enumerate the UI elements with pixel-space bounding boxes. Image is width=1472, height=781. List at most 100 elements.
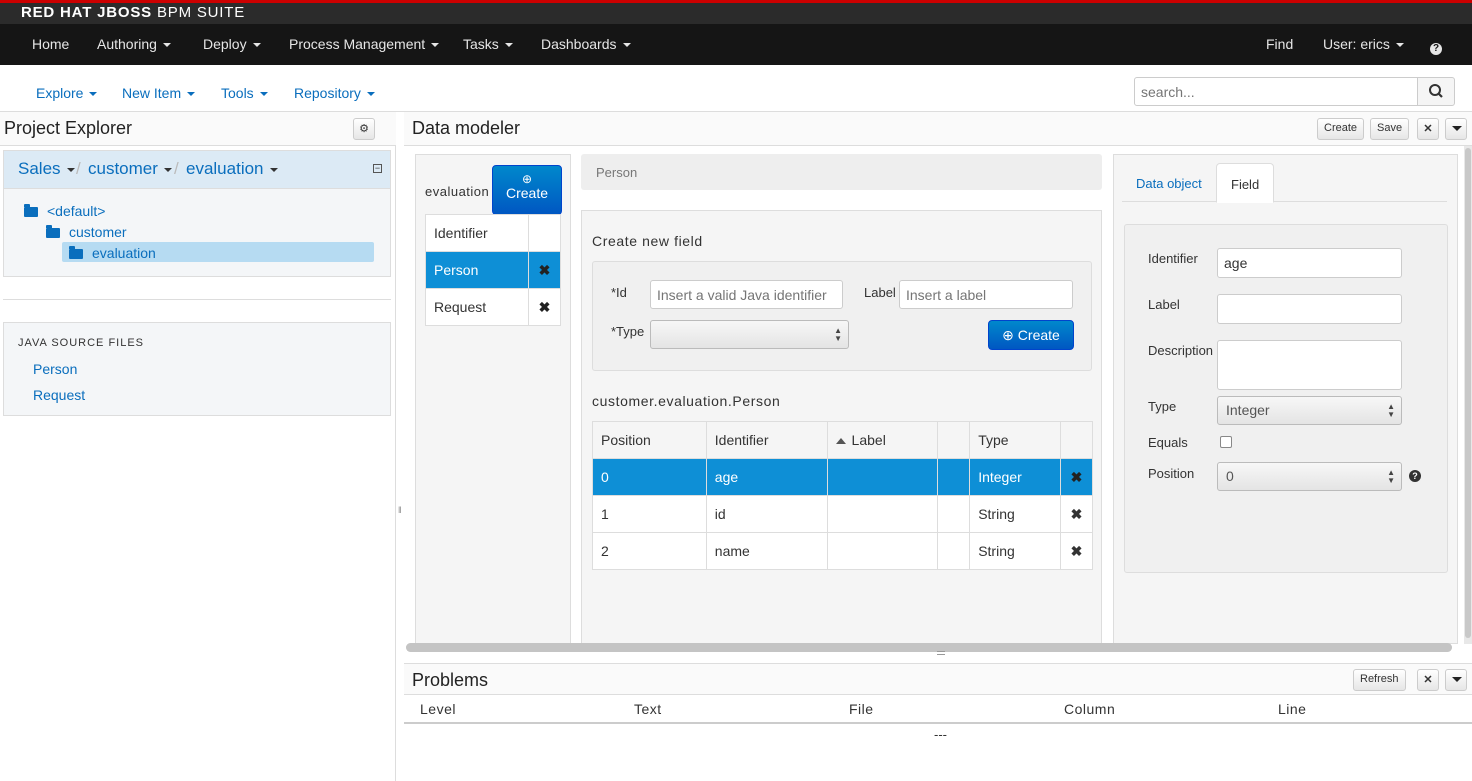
nav-deploy[interactable]: Deploy <box>203 36 261 52</box>
column-header-label[interactable]: Label <box>826 421 939 459</box>
description-textarea[interactable] <box>1217 340 1402 390</box>
user-menu[interactable]: User: erics <box>1323 36 1404 52</box>
nav-home[interactable]: Home <box>32 36 69 52</box>
refresh-button[interactable]: Refresh <box>1353 669 1406 691</box>
nav-process-management[interactable]: Process Management <box>289 36 440 52</box>
close-icon[interactable]: ✕ <box>1417 118 1439 140</box>
properties-column: Data object Field Identifier Label Descr… <box>1113 154 1458 644</box>
menu-repository[interactable]: Repository <box>294 85 375 101</box>
column-header-position[interactable]: Position <box>592 421 707 459</box>
tree-item-customer[interactable]: customer <box>46 224 127 240</box>
problems-title: Problems <box>412 670 489 690</box>
horizontal-splitter-handle[interactable] <box>937 651 945 655</box>
equals-checkbox[interactable] <box>1220 436 1232 448</box>
column-header-identifier[interactable]: Identifier <box>705 421 828 459</box>
gear-icon[interactable]: ⚙ <box>353 118 375 140</box>
chevron-down-icon <box>504 43 513 48</box>
column-header-file[interactable]: File <box>849 701 874 717</box>
type-select[interactable]: Integer ▲ ▼ <box>1217 396 1402 425</box>
menu-explore[interactable]: Explore <box>36 85 98 101</box>
nav-authoring[interactable]: Authoring <box>97 36 171 52</box>
close-icon[interactable]: ✕ <box>1417 669 1439 691</box>
column-header-level[interactable]: Level <box>420 701 456 717</box>
field-type-select[interactable]: ▲ ▼ <box>650 320 849 349</box>
field-label-input[interactable] <box>899 280 1073 309</box>
chevron-down-icon <box>66 167 75 172</box>
search-input[interactable] <box>1134 77 1418 106</box>
column-header-line[interactable]: Line <box>1278 701 1306 717</box>
breadcrumb-repository[interactable]: customer <box>88 159 172 179</box>
menu-new-item[interactable]: New Item <box>122 85 196 101</box>
help-icon[interactable]: ? <box>1430 38 1442 55</box>
java-source-files-title: JAVA SOURCE FILES <box>18 337 145 349</box>
problems-header: Problems Refresh ✕ <box>404 663 1472 695</box>
chevron-down-icon <box>162 43 171 48</box>
plus-circle-icon: ⊕ <box>1002 327 1018 343</box>
data-modeler-panel: Data modeler Create Save ✕ evaluation ⊕ … <box>404 112 1472 657</box>
delete-icon[interactable]: ✖ <box>1060 458 1093 496</box>
delete-icon[interactable]: ✖ <box>1060 532 1093 570</box>
properties-tabs: Data object Field <box>1122 163 1447 203</box>
panel-menu-button[interactable] <box>1445 118 1467 140</box>
search-icon <box>1429 84 1443 98</box>
cell-identifier: id <box>705 495 828 533</box>
breadcrumb-project[interactable]: evaluation <box>186 159 278 179</box>
tree-item-default[interactable]: <default> <box>24 203 105 219</box>
vertical-scrollbar-thumb[interactable] <box>1465 148 1471 638</box>
tree-item-evaluation[interactable]: evaluation <box>69 245 156 261</box>
cell-label <box>826 532 939 570</box>
nav-find[interactable]: Find <box>1266 36 1293 52</box>
column-header-column[interactable]: Column <box>1064 701 1115 717</box>
identifier-input[interactable] <box>1217 248 1402 278</box>
nav-tasks[interactable]: Tasks <box>463 36 513 52</box>
cell-empty <box>937 532 971 570</box>
delete-icon[interactable]: ✖ <box>528 251 561 289</box>
breadcrumb-organizational-unit[interactable]: Sales <box>18 159 75 179</box>
table-row[interactable]: 0 age Integer ✖ <box>592 458 1093 496</box>
breadcrumb-label: customer <box>88 159 158 178</box>
create-field-button[interactable]: ⊕ Create <box>988 320 1074 350</box>
cell-type: Integer <box>969 458 1062 496</box>
java-source-item-person[interactable]: Person <box>33 361 77 377</box>
data-modeler-header: Data modeler Create Save ✕ <box>404 112 1472 146</box>
save-button[interactable]: Save <box>1370 118 1410 140</box>
collapse-icon[interactable]: − <box>373 164 382 173</box>
table-row[interactable]: Person ✖ <box>425 251 561 289</box>
create-button[interactable]: Create <box>1317 118 1365 140</box>
java-source-item-request[interactable]: Request <box>33 387 85 403</box>
tree-item-label: <default> <box>47 203 106 219</box>
table-row[interactable]: 2 name String ✖ <box>592 532 1093 570</box>
chevron-down-icon <box>366 92 375 97</box>
object-name[interactable]: Request <box>425 288 529 326</box>
field-id-input[interactable] <box>650 280 843 309</box>
menu-tools[interactable]: Tools <box>221 85 268 101</box>
object-name[interactable]: Person <box>425 251 529 289</box>
panel-menu-button[interactable] <box>1445 669 1467 691</box>
create-data-object-button[interactable]: ⊕ Create <box>492 165 562 215</box>
position-select[interactable]: 0 ▲ ▼ <box>1217 462 1402 491</box>
chevron-down-icon <box>252 43 261 48</box>
horizontal-scrollbar-thumb[interactable] <box>406 643 1452 652</box>
help-glyph: ? <box>1430 43 1442 55</box>
column-header-text[interactable]: Text <box>634 701 662 717</box>
nav-dashboards[interactable]: Dashboards <box>541 36 631 52</box>
label-input[interactable] <box>1217 294 1402 324</box>
folder-open-icon <box>46 225 60 238</box>
chevron-down-icon <box>89 92 98 97</box>
id-label: *Id <box>611 285 627 300</box>
vertical-splitter-handle[interactable]: ‖ <box>398 505 402 515</box>
tab-field[interactable]: Field <box>1216 163 1275 203</box>
menu-new-item-label: New Item <box>122 85 182 101</box>
table-row[interactable]: 1 id String ✖ <box>592 495 1093 533</box>
table-row[interactable]: Request ✖ <box>425 288 561 326</box>
delete-icon[interactable]: ✖ <box>1060 495 1093 533</box>
search-button[interactable] <box>1417 77 1455 106</box>
create-field-title: Create new field <box>592 233 703 249</box>
delete-icon[interactable]: ✖ <box>528 288 561 326</box>
folder-open-icon <box>24 204 38 217</box>
tab-data-object[interactable]: Data object <box>1122 163 1216 202</box>
column-header-type[interactable]: Type <box>969 421 1062 459</box>
help-icon[interactable]: ? <box>1409 470 1421 482</box>
project-explorer-panel: Project Explorer ⚙ Sales / customer / ev… <box>0 112 396 781</box>
brand-bar: RED HAT JBOSS BPM SUITE <box>0 0 1472 24</box>
